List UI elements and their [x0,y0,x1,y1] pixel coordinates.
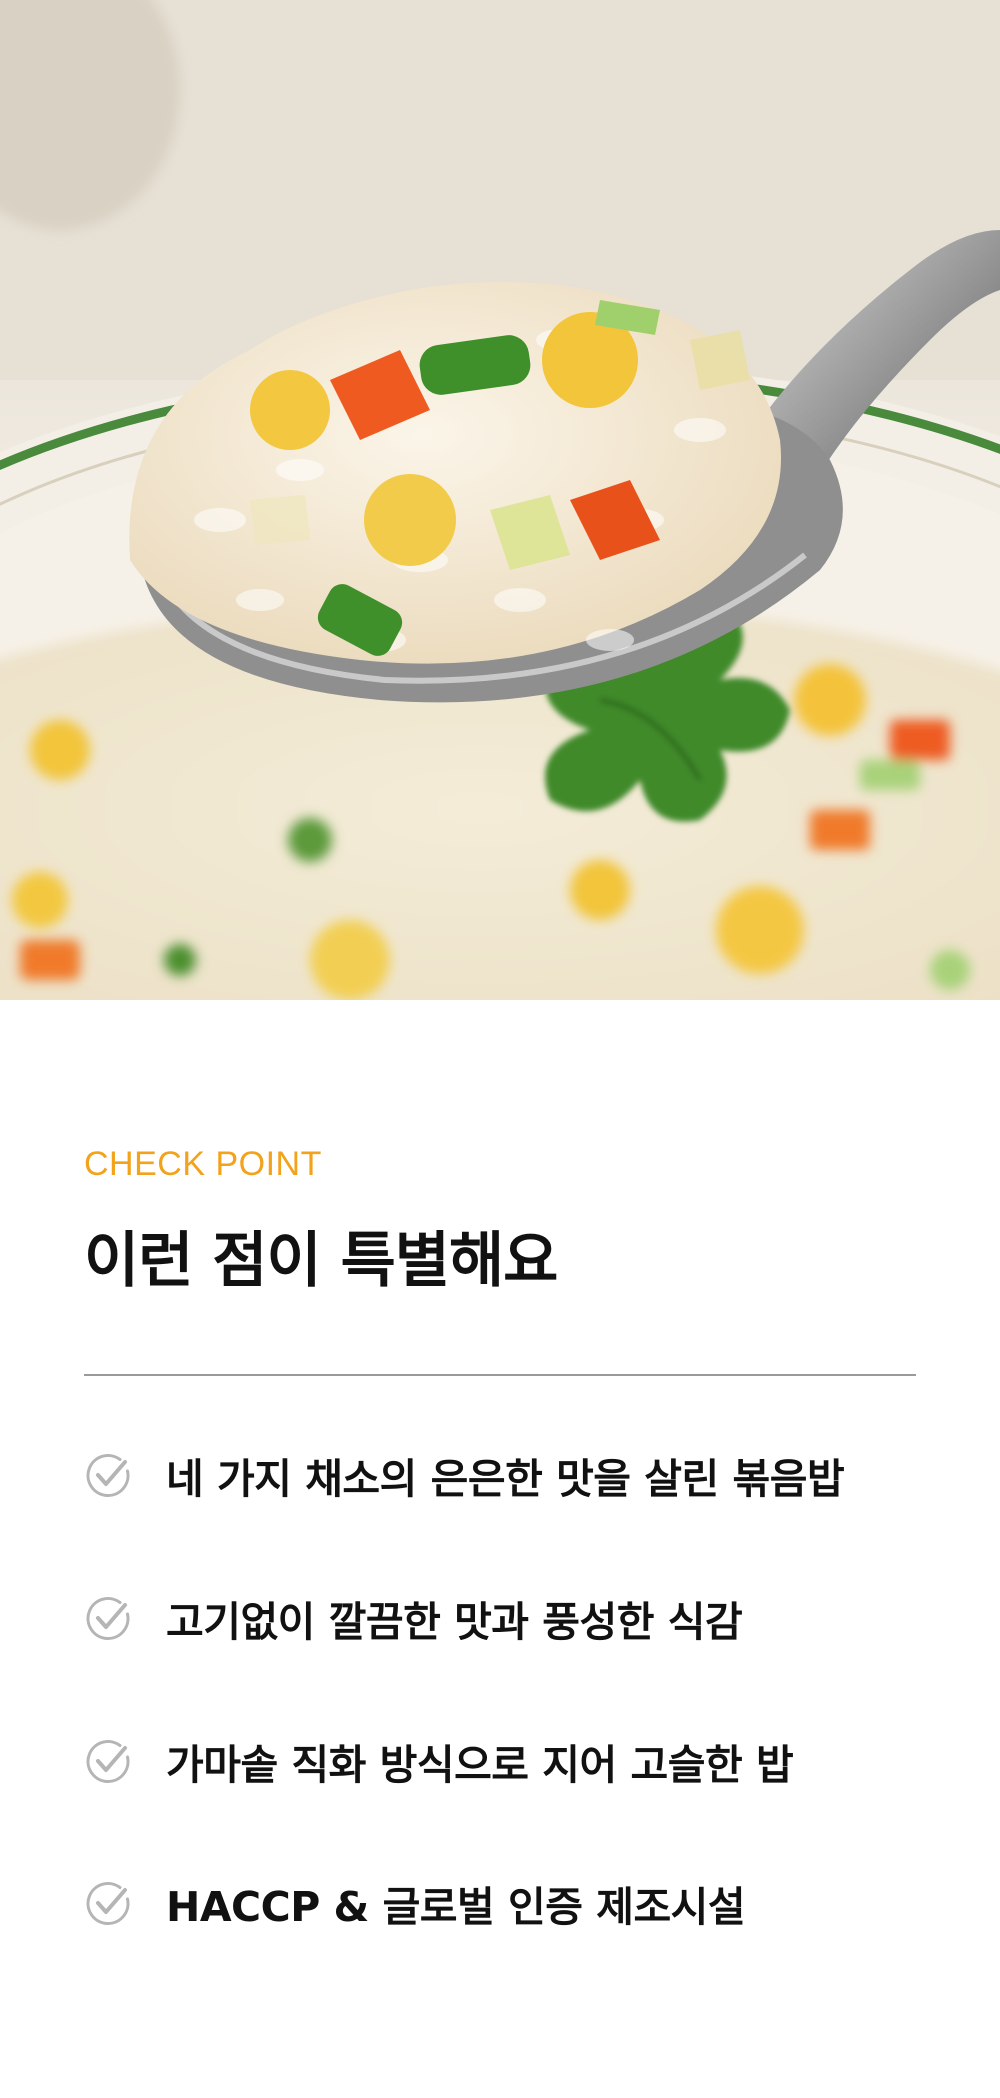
section-title: 이런 점이 특별해요 [84,1226,558,1296]
feature-item: 가마솥 직화 방식으로 지어 고슬한 밥 [84,1726,924,1796]
check-circle-icon [84,1737,132,1785]
check-point-section: CHECK POINT 이런 점이 특별해요 네 가지 채소의 은은한 맛을 살… [0,1000,1000,2098]
feature-label: 고기없이 깔끔한 맛과 풍성한 식감 [166,1598,743,1646]
feature-item: 고기없이 깔끔한 맛과 풍성한 식감 [84,1583,924,1653]
check-circle-icon [84,1451,132,1499]
feature-item: HACCP & 글로벌 인증 제조시설 [84,1868,924,1938]
feature-label: HACCP & 글로벌 인증 제조시설 [166,1883,746,1931]
check-circle-icon [84,1594,132,1642]
fried-rice-photo [0,0,1000,1000]
section-eyebrow: CHECK POINT [84,1145,322,1183]
check-circle-icon [84,1879,132,1927]
hero-image [0,0,1000,1000]
divider [84,1374,916,1376]
feature-item: 네 가지 채소의 은은한 맛을 살린 볶음밥 [84,1440,924,1510]
feature-label: 가마솥 직화 방식으로 지어 고슬한 밥 [166,1741,794,1789]
feature-label: 네 가지 채소의 은은한 맛을 살린 볶음밥 [166,1455,845,1503]
